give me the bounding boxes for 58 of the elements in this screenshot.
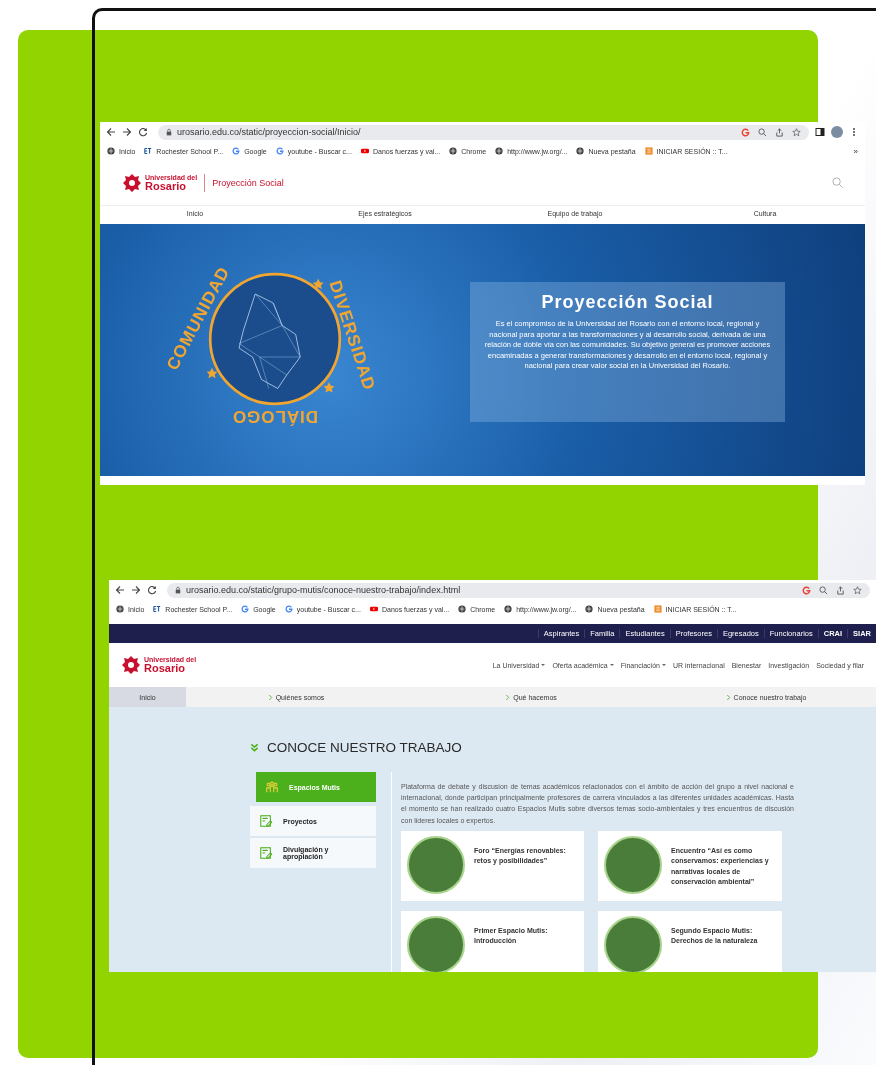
- lock-icon: [175, 586, 181, 594]
- letters-logo-icon: [144, 147, 153, 155]
- globe-icon: [585, 605, 594, 613]
- g-logo-icon: [275, 147, 284, 155]
- lock-icon: [166, 128, 172, 136]
- g-logo-icon: [241, 605, 250, 613]
- globe-icon: [107, 147, 115, 155]
- crest-icon: [121, 655, 141, 675]
- play-logo-icon: [360, 147, 369, 155]
- g-logo-icon: [232, 147, 241, 155]
- back-icon[interactable]: [106, 127, 116, 137]
- address-bar[interactable]: urosario.edu.co/static/grupo-mutis/conoce-nuestro-trabajo/index.html: [167, 582, 870, 598]
- photo-placeholder: [604, 915, 662, 972]
- forward-icon[interactable]: [131, 585, 141, 595]
- share-icon[interactable]: [775, 127, 784, 137]
- forward-icon[interactable]: [122, 127, 132, 137]
- reload-icon[interactable]: [138, 127, 148, 137]
- square-logo-icon: [644, 147, 653, 155]
- reload-icon[interactable]: [147, 585, 157, 595]
- logo-text: Rosario: [144, 663, 186, 674]
- photo-placeholder: [407, 915, 465, 972]
- globe-icon: [576, 147, 585, 155]
- play-logo-icon: [369, 605, 378, 613]
- people-icon: [265, 780, 279, 794]
- double-chevron-icon: [250, 743, 259, 752]
- g-logo-icon[interactable]: [741, 127, 750, 137]
- chevron-icon: [505, 693, 511, 701]
- globe-icon: [495, 147, 504, 155]
- star-icon[interactable]: [853, 585, 862, 595]
- g-logo-icon: [284, 605, 293, 613]
- zoom-icon[interactable]: [819, 585, 828, 595]
- zoom-icon[interactable]: [758, 127, 767, 137]
- banner-title: Proyección Social: [541, 292, 714, 313]
- crest-icon: [122, 172, 142, 193]
- globe-icon: [449, 147, 458, 155]
- back-icon[interactable]: [115, 585, 125, 595]
- star-icon[interactable]: [792, 127, 801, 137]
- side-panel-icon[interactable]: [815, 127, 825, 137]
- more-bookmarks[interactable]: »: [853, 146, 858, 156]
- edit-note-icon: [259, 846, 273, 860]
- letters-logo-icon: [153, 605, 162, 613]
- avatar[interactable]: [831, 126, 843, 138]
- address-bar[interactable]: urosario.edu.co/static/proyeccion-social/Inicio/: [158, 124, 809, 140]
- site-title[interactable]: Proyección Social: [212, 177, 284, 188]
- chevron-icon: [725, 693, 731, 701]
- photo-placeholder: [604, 835, 662, 894]
- emblem-word: DIÁLOGO: [231, 407, 319, 426]
- logo-text: Rosario: [145, 180, 187, 192]
- chevron-icon: [267, 693, 273, 701]
- globe-icon: [116, 605, 124, 613]
- share-icon[interactable]: [836, 585, 845, 595]
- g-logo-icon[interactable]: [802, 585, 811, 595]
- section-heading: CONOCE NUESTRO TRABAJO: [267, 740, 462, 755]
- photo-placeholder: [407, 835, 465, 894]
- globe-icon: [458, 605, 467, 613]
- edit-note-icon: [259, 814, 273, 828]
- globe-icon: [504, 605, 513, 613]
- square-logo-icon: [653, 605, 662, 613]
